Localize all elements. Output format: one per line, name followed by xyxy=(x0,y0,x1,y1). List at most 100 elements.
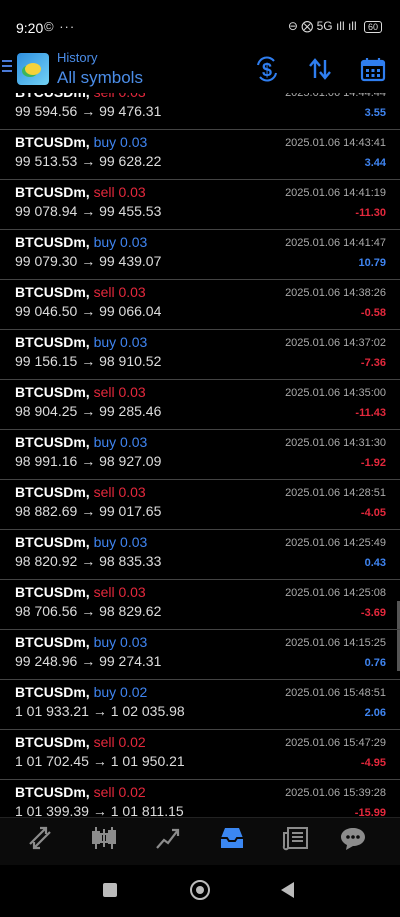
deal-side: sell 0.03 xyxy=(94,284,146,300)
deal-time: 2025.01.06 14:28:51 xyxy=(285,487,386,499)
deal-time: 2025.01.06 15:48:51 xyxy=(285,687,386,699)
deal-row[interactable]: BTCUSDm, sell 0.03 99 046.50 → 99 066.04 2… xyxy=(0,279,400,330)
deal-side: buy 0.02 xyxy=(94,684,148,700)
open-price: 1 01 933.21 xyxy=(15,703,89,719)
deal-symbol: BTCUSDm, sell 0.03 xyxy=(15,93,146,100)
deal-volume: 0.03 xyxy=(120,334,148,350)
tab-chart-icon[interactable] xyxy=(84,824,124,860)
deal-row[interactable]: BTCUSDm, sell 0.02 1 01 702.45 → 1 01 950… xyxy=(0,729,400,780)
back-button[interactable] xyxy=(281,882,294,898)
tab-trade-icon[interactable] xyxy=(148,824,188,860)
tab-history-icon[interactable] xyxy=(212,824,252,860)
arrow-right-icon: → xyxy=(81,553,96,569)
open-price: 98 820.92 xyxy=(15,553,78,569)
deal-volume: 0.02 xyxy=(120,684,148,700)
deal-profit: 3.55 xyxy=(364,107,386,119)
close-price: 99 476.31 xyxy=(99,103,162,119)
deal-prices: 99 156.15 → 98 910.52 xyxy=(15,353,161,369)
sort-arrows-icon[interactable] xyxy=(306,56,334,84)
symbol-name: BTCUSDm, xyxy=(15,134,90,150)
deal-time: 2025.01.06 14:38:26 xyxy=(285,287,386,299)
deal-row[interactable]: BTCUSDm, sell 0.03 98 882.69 → 99 017.65 2… xyxy=(0,479,400,530)
deal-time: 2025.01.06 14:41:47 xyxy=(285,237,386,249)
deal-type: buy xyxy=(93,334,117,350)
deal-row[interactable]: BTCUSDm, buy 0.03 99 248.96 → 99 274.31 20… xyxy=(0,629,400,680)
deal-symbol: BTCUSDm, buy 0.03 xyxy=(15,634,147,650)
symbol-filter[interactable]: All symbols xyxy=(57,68,143,88)
open-price: 99 078.94 xyxy=(15,203,78,219)
deal-symbol: BTCUSDm, buy 0.03 xyxy=(15,134,147,150)
tab-messages-icon[interactable] xyxy=(333,824,373,860)
deal-volume: 0.03 xyxy=(120,234,148,250)
dollar-sync-icon[interactable]: $ xyxy=(253,56,281,84)
deal-symbol: BTCUSDm, sell 0.02 xyxy=(15,784,146,800)
deal-row[interactable]: BTCUSDm, buy 0.03 99 513.53 → 99 628.22 20… xyxy=(0,129,400,180)
symbol-name: BTCUSDm, xyxy=(15,93,90,100)
calendar-icon[interactable] xyxy=(359,56,387,84)
deal-prices: 98 991.16 → 98 927.09 xyxy=(15,453,161,469)
menu-icon[interactable] xyxy=(2,60,12,74)
deal-profit: 0.43 xyxy=(364,557,386,569)
close-price: 99 066.04 xyxy=(99,303,162,319)
close-price: 1 01 811.15 xyxy=(110,803,184,817)
deal-profit: -11.30 xyxy=(355,207,386,219)
deal-type: sell xyxy=(93,284,115,300)
deal-row[interactable]: BTCUSDm, buy 0.03 99 156.15 → 98 910.52 20… xyxy=(0,329,400,380)
close-price: 99 285.46 xyxy=(99,403,162,419)
status-time: 9:20 xyxy=(16,20,44,36)
open-price: 99 248.96 xyxy=(15,653,78,669)
recent-apps-button[interactable] xyxy=(103,883,117,897)
deal-symbol: BTCUSDm, sell 0.03 xyxy=(15,584,146,600)
deal-time: 2025.01.06 14:15:25 xyxy=(285,637,386,649)
deal-row[interactable]: BTCUSDm, buy 0.03 98 820.92 → 98 835.33 20… xyxy=(0,529,400,580)
svg-text:$: $ xyxy=(262,60,272,80)
deal-row[interactable]: BTCUSDm, sell 0.03 99 594.56 → 99 476.31 2… xyxy=(0,93,400,130)
deal-profit: -3.69 xyxy=(360,607,386,619)
tab-quotes-icon[interactable] xyxy=(20,824,60,860)
tab-news-icon[interactable] xyxy=(276,824,316,860)
deal-time: 2025.01.06 15:39:28 xyxy=(285,787,386,799)
symbol-name: BTCUSDm, xyxy=(15,434,90,450)
deal-profit: -1.92 xyxy=(360,457,386,469)
symbol-name: BTCUSDm, xyxy=(15,734,90,750)
deal-row[interactable]: BTCUSDm, sell 0.02 1 01 399.39 → 1 01 811… xyxy=(0,779,400,817)
arrow-right-icon: → xyxy=(81,403,96,419)
deal-side: buy 0.03 xyxy=(94,234,148,250)
deal-row[interactable]: BTCUSDm, buy 0.02 1 01 933.21 → 1 02 035.… xyxy=(0,679,400,730)
symbol-name: BTCUSDm, xyxy=(15,784,90,800)
deal-side: buy 0.03 xyxy=(94,434,148,450)
deal-time: 2025.01.06 14:43:41 xyxy=(285,137,386,149)
history-list[interactable]: BTCUSDm, sell 0.03 99 594.56 → 99 476.31 2… xyxy=(0,93,400,817)
deal-row[interactable]: BTCUSDm, sell 0.03 99 078.94 → 99 455.53 2… xyxy=(0,179,400,230)
deal-row[interactable]: BTCUSDm, sell 0.03 98 904.25 → 99 285.46 2… xyxy=(0,379,400,430)
deal-side: sell 0.03 xyxy=(94,93,146,100)
deal-type: buy xyxy=(93,434,117,450)
open-price: 98 991.16 xyxy=(15,453,78,469)
symbol-name: BTCUSDm, xyxy=(15,484,90,500)
deal-symbol: BTCUSDm, sell 0.03 xyxy=(15,284,146,300)
deal-row[interactable]: BTCUSDm, sell 0.03 98 706.56 → 98 829.62 2… xyxy=(0,579,400,630)
deal-prices: 1 01 933.21 → 1 02 035.98 xyxy=(15,703,185,719)
deal-side: sell 0.03 xyxy=(94,184,146,200)
deal-volume: 0.03 xyxy=(118,184,146,200)
open-price: 99 513.53 xyxy=(15,153,78,169)
deal-volume: 0.03 xyxy=(120,534,148,550)
deal-row[interactable]: BTCUSDm, buy 0.03 99 079.30 → 99 439.07 20… xyxy=(0,229,400,280)
home-button[interactable] xyxy=(190,880,210,900)
open-price: 98 882.69 xyxy=(15,503,78,519)
close-price: 98 910.52 xyxy=(99,353,162,369)
deal-type: buy xyxy=(93,634,117,650)
deal-time: 2025.01.06 14:44:44 xyxy=(285,93,386,99)
deal-side: sell 0.03 xyxy=(94,384,146,400)
bottom-tab-bar xyxy=(0,817,400,866)
arrow-right-icon: → xyxy=(81,203,96,219)
deal-time: 2025.01.06 14:25:49 xyxy=(285,537,386,549)
deal-symbol: BTCUSDm, sell 0.02 xyxy=(15,734,146,750)
open-price: 98 904.25 xyxy=(15,403,78,419)
arrow-right-icon: → xyxy=(81,253,96,269)
deal-profit: -7.36 xyxy=(360,357,386,369)
deal-type: sell xyxy=(93,484,115,500)
deal-time: 2025.01.06 14:37:02 xyxy=(285,337,386,349)
app-header: History All symbols $ xyxy=(0,44,400,94)
deal-row[interactable]: BTCUSDm, buy 0.03 98 991.16 → 98 927.09 20… xyxy=(0,429,400,480)
